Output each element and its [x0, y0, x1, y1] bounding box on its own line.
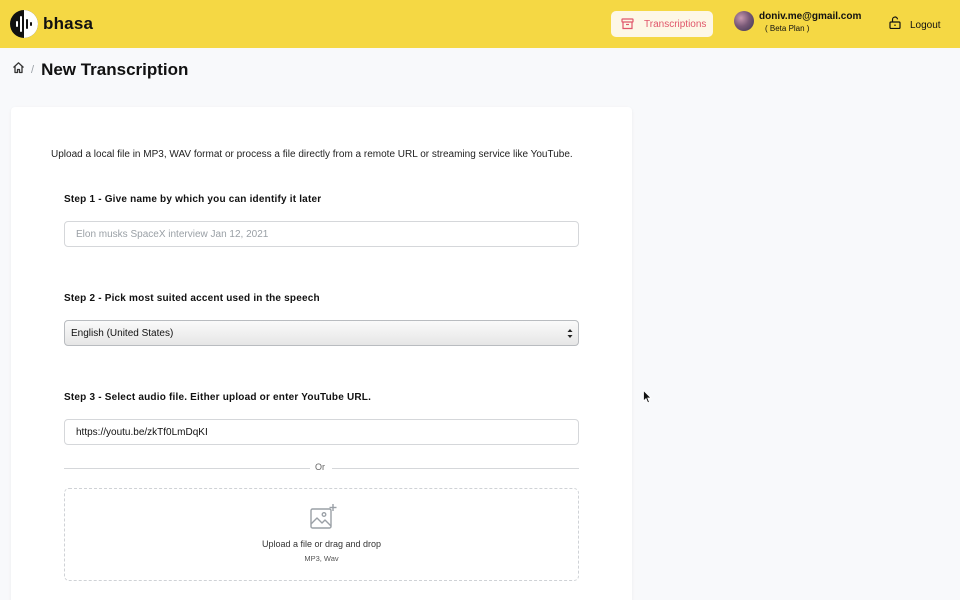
user-plan: ( Beta Plan ) [765, 24, 810, 33]
logout-label: Logout [910, 19, 941, 31]
name-input[interactable] [64, 221, 579, 247]
home-icon[interactable] [12, 61, 25, 79]
logo-mark-icon [10, 10, 38, 38]
top-header: bhasa Transcriptions doniv.me@gmail.com … [0, 0, 960, 48]
app-logo[interactable]: bhasa [10, 10, 93, 38]
avatar[interactable] [734, 11, 754, 31]
breadcrumb: / New Transcription [12, 60, 188, 80]
transcriptions-label: Transcriptions [644, 18, 707, 30]
select-arrows-icon [567, 329, 573, 338]
step3-label: Step 3 - Select audio file. Either uploa… [64, 392, 372, 403]
logout-button[interactable]: Logout [889, 16, 941, 34]
file-dropzone[interactable]: Upload a file or drag and drop MP3, Wav [64, 488, 579, 581]
upload-label[interactable]: Upload a file or drag and drop [65, 539, 578, 549]
accent-select[interactable]: English (United States) [64, 320, 579, 346]
breadcrumb-separator: / [31, 64, 35, 76]
accent-selected-value: English (United States) [71, 327, 174, 339]
upload-formats: MP3, Wav [304, 554, 339, 563]
step2-label: Step 2 - Pick most suited accent used in… [64, 293, 320, 304]
transcriptions-button[interactable]: Transcriptions [611, 11, 713, 37]
or-label: Or [315, 462, 325, 472]
step1-label: Step 1 - Give name by which you can iden… [64, 194, 322, 205]
app-name: bhasa [43, 14, 94, 33]
transcription-form-card: Upload a local file in MP3, WAV format o… [11, 107, 632, 600]
user-email: doniv.me@gmail.com [759, 11, 862, 22]
image-add-icon [310, 504, 337, 529]
unlock-icon [889, 16, 901, 34]
archive-box-icon [620, 17, 634, 31]
user-menu[interactable]: doniv.me@gmail.com ( Beta Plan ) [734, 11, 861, 34]
page-title: New Transcription [41, 60, 189, 79]
or-divider: Or [64, 462, 579, 474]
intro-text: Upload a local file in MP3, WAV format o… [51, 149, 573, 160]
youtube-url-input[interactable] [64, 419, 579, 445]
mouse-cursor-icon [643, 390, 652, 404]
